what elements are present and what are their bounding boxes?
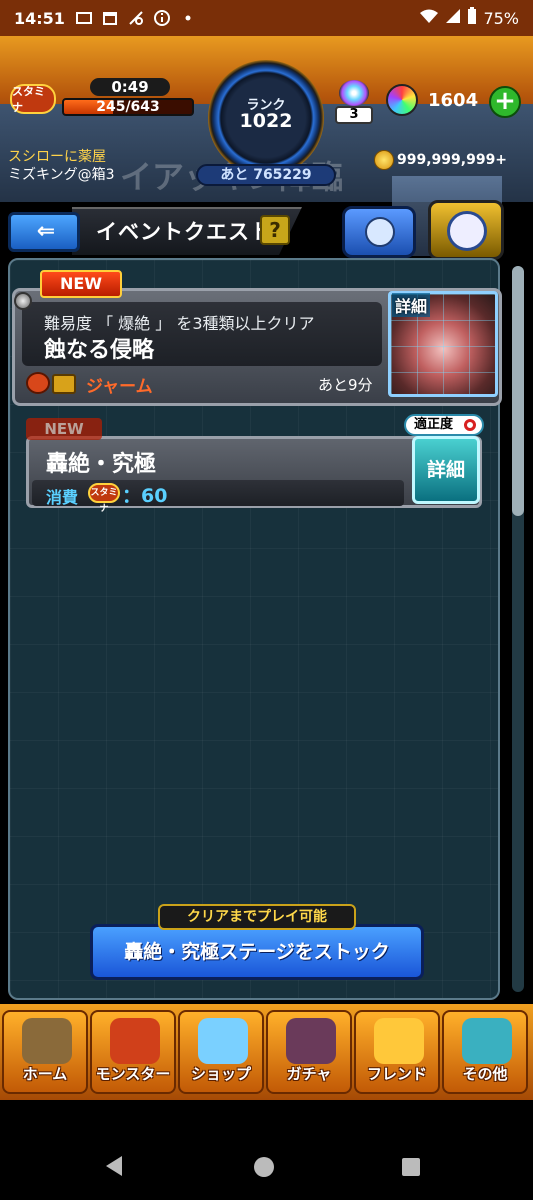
coin-count: 999,999,999+ [397,152,508,168]
orb-slot[interactable]: 3 [332,80,376,126]
nav-back-icon[interactable] [106,1156,122,1176]
gacha-character-icon [286,1018,336,1064]
tab-shop[interactable]: ショップ [178,1010,264,1094]
mission-name: 蝕なる侵略 [44,338,155,363]
status-bar: 14:51 75% [0,0,533,36]
nav-home-icon[interactable] [254,1157,274,1177]
tab-other[interactable]: その他 [442,1010,528,1094]
notice-text: スシローに薬屋 [8,149,106,165]
cost-value: ：60 [122,485,168,507]
page-title: イベントクエスト [96,220,272,244]
mission-detail-label: 詳細 [392,293,431,317]
orb-icon [386,84,418,116]
aptitude-label: 適正度 [414,417,454,432]
battery-icon [467,7,477,29]
stamina-cost-icon: スタミナ [88,483,120,514]
aptitude-badge: 適正度 [404,414,484,436]
orb-slot-count: 3 [335,106,373,124]
bottom-spacer [0,1100,533,1134]
treasure-icon [52,374,76,394]
wifi-call-icon [127,9,145,27]
tab-label: その他 [462,1065,508,1083]
dot-icon [179,9,197,27]
cost-label: 消費 [46,488,79,507]
clock-icon [447,211,487,251]
stamina-value: 245/643 [96,99,160,115]
back-arrow-icon: ⇐ [36,219,56,244]
tab-friend[interactable]: フレンド [354,1010,440,1094]
stock-hint: クリアまでプレイ可能 [158,904,356,930]
coin-display: 999,999,999+ [374,150,507,170]
tab-label: モンスター [95,1065,171,1083]
timer-button[interactable] [428,200,504,260]
tab-label: ガチャ [286,1065,332,1083]
stamina-icon: スタミナ [10,84,56,114]
home-icon [22,1018,72,1064]
signal-icon [445,8,461,28]
tab-home[interactable]: ホーム [2,1010,88,1094]
shop-orb-icon [198,1018,248,1064]
quest-detail-button[interactable]: 詳細 [412,436,480,504]
notification-bell-button[interactable] [342,206,416,258]
stamina-timer: 0:49 [90,78,170,96]
stamina-bar: 245/643 [62,98,194,116]
quest-new-badge: NEW [26,418,102,440]
tab-label: ホーム [22,1065,68,1083]
help-button[interactable]: ? [260,215,290,245]
status-time: 14:51 [14,8,65,28]
pin-icon [14,292,32,310]
aptitude-circle-icon [464,419,476,431]
monster-icon [110,1018,160,1064]
buy-orb-button[interactable]: + [489,86,521,118]
question-icon [462,1018,512,1064]
back-button[interactable]: ⇐ [8,212,80,252]
stamina-meter[interactable]: スタミナ 0:49 245/643 [10,78,194,118]
tab-label: ショップ [190,1065,251,1083]
tab-monster[interactable]: モンスター [90,1010,176,1094]
new-badge: NEW [40,270,122,298]
stock-stage-button[interactable]: 轟絶・究極ステージをストック [90,924,424,980]
mission-condition: 難易度 「 爆絶 」 を3種類以上クリア [44,314,315,333]
bell-icon [365,217,395,247]
demon-icon [26,372,50,394]
orb-count: 1604 [428,90,479,111]
time-remaining: あと9分 [318,376,373,394]
quest-name: 轟絶・究極 [46,452,157,477]
orb-slot-icon [339,80,369,106]
scroll-thumb[interactable] [512,266,524,516]
rank-next-exp: あと 765229 [196,164,336,186]
nav-recents-icon[interactable] [402,1158,420,1176]
battery-percent: 75% [483,8,519,28]
info-icon [153,9,171,27]
notification-icon [75,9,93,27]
rank-gauge[interactable]: ランク 1022 [208,60,324,176]
tab-gacha[interactable]: ガチャ [266,1010,352,1094]
coin-icon [374,150,394,170]
boss-icons [26,372,78,394]
tab-label: フレンド [366,1065,427,1083]
scrollbar[interactable] [512,266,524,992]
friend-balloon-icon [374,1018,424,1064]
calendar-icon [101,9,119,27]
strike-name: ミズキング@箱3 [8,167,115,183]
wifi-icon [419,8,439,28]
boss-name: ジャーム [86,377,153,397]
rank-value: 1022 [239,110,293,132]
